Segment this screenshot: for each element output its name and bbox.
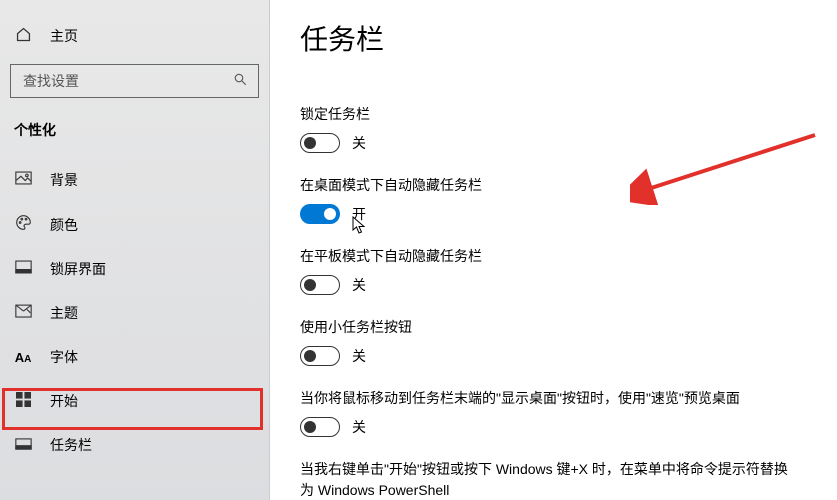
setting-label: 使用小任务栏按钮 <box>300 317 800 338</box>
toggle-row: 开 <box>300 204 800 224</box>
section-title: 个性化 <box>0 120 269 140</box>
toggle-row: 关 <box>300 346 800 366</box>
sidebar: 主页 个性化 背景 颜色 <box>0 0 270 500</box>
sidebar-item-label: 主题 <box>50 303 78 323</box>
toggle-state-text: 关 <box>352 133 366 153</box>
lock-screen-icon <box>14 260 32 278</box>
toggle-row: 关 <box>300 133 800 153</box>
setting-label: 在平板模式下自动隐藏任务栏 <box>300 246 800 267</box>
setting-label: 在桌面模式下自动隐藏任务栏 <box>300 175 800 196</box>
search-icon <box>233 72 248 90</box>
search-input[interactable] <box>21 72 221 90</box>
setting-label: 当你将鼠标移动到任务栏末端的"显示桌面"按钮时，使用"速览"预览桌面 <box>300 388 800 409</box>
sidebar-item-start[interactable]: 开始 <box>0 379 269 423</box>
theme-icon <box>14 304 32 323</box>
sidebar-item-lockscreen[interactable]: 锁屏界面 <box>0 247 269 291</box>
page-title: 任务栏 <box>300 18 837 58</box>
toggle-row: 关 <box>300 275 800 295</box>
toggle-switch[interactable] <box>300 204 340 224</box>
main-content: 任务栏 锁定任务栏关在桌面模式下自动隐藏任务栏开在平板模式下自动隐藏任务栏关使用… <box>270 0 837 500</box>
home-icon <box>14 26 32 46</box>
sidebar-item-themes[interactable]: 主题 <box>0 291 269 335</box>
toggle-state-text: 开 <box>352 204 366 224</box>
setting-label: 锁定任务栏 <box>300 104 800 125</box>
sidebar-item-background[interactable]: 背景 <box>0 158 269 202</box>
sidebar-item-label: 任务栏 <box>50 435 92 455</box>
sidebar-item-fonts[interactable]: AA 字体 <box>0 335 269 379</box>
setting-4: 当你将鼠标移动到任务栏末端的"显示桌面"按钮时，使用"速览"预览桌面关 <box>300 388 800 437</box>
font-icon: AA <box>14 350 32 365</box>
sidebar-item-label: 锁屏界面 <box>50 259 106 279</box>
toggle-state-text: 关 <box>352 275 366 295</box>
home-link[interactable]: 主页 <box>0 20 269 52</box>
sidebar-item-label: 背景 <box>50 170 78 190</box>
toggle-switch[interactable] <box>300 133 340 153</box>
setting-1: 在桌面模式下自动隐藏任务栏开 <box>300 175 800 224</box>
setting-label: 当我右键单击"开始"按钮或按下 Windows 键+X 时，在菜单中将命令提示符… <box>300 459 800 500</box>
sidebar-item-label: 字体 <box>50 347 78 367</box>
setting-5: 当我右键单击"开始"按钮或按下 Windows 键+X 时，在菜单中将命令提示符… <box>300 459 800 500</box>
sidebar-item-taskbar[interactable]: 任务栏 <box>0 423 269 467</box>
home-label: 主页 <box>50 26 78 46</box>
toggle-switch[interactable] <box>300 417 340 437</box>
toggle-state-text: 关 <box>352 417 366 437</box>
image-icon <box>14 171 32 189</box>
search-box[interactable] <box>10 64 259 98</box>
sidebar-item-label: 开始 <box>50 391 78 411</box>
toggle-switch[interactable] <box>300 346 340 366</box>
toggle-switch[interactable] <box>300 275 340 295</box>
toggle-row: 关 <box>300 417 800 437</box>
setting-3: 使用小任务栏按钮关 <box>300 317 800 366</box>
start-icon <box>14 392 32 411</box>
taskbar-icon <box>14 437 32 454</box>
setting-2: 在平板模式下自动隐藏任务栏关 <box>300 246 800 295</box>
sidebar-item-label: 颜色 <box>50 215 78 235</box>
palette-icon <box>14 214 32 235</box>
setting-0: 锁定任务栏关 <box>300 104 800 153</box>
toggle-state-text: 关 <box>352 346 366 366</box>
sidebar-item-colors[interactable]: 颜色 <box>0 202 269 247</box>
